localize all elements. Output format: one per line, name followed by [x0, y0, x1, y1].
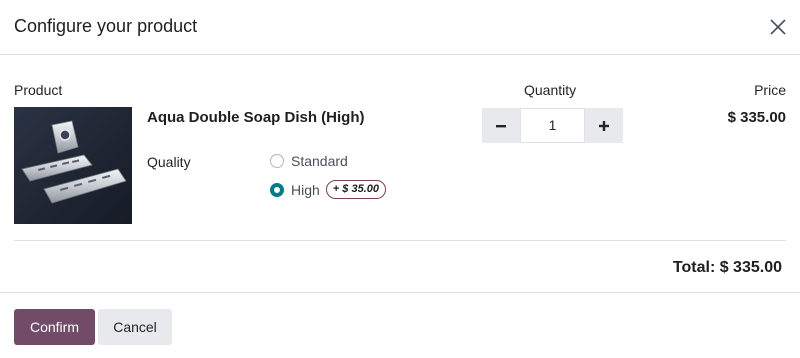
quantity-input[interactable]: 1 [520, 108, 585, 143]
dialog-header: Configure your product [0, 0, 800, 55]
option-standard-label: Standard [291, 153, 348, 169]
option-high-label: High [291, 181, 320, 198]
attribute-label: Quality [147, 154, 191, 170]
total-amount: Total: $ 335.00 [672, 259, 782, 276]
option-high[interactable]: High + $ 35.00 [270, 180, 386, 199]
cancel-button[interactable]: Cancel [98, 309, 172, 345]
dialog-title: Configure your product [14, 16, 198, 36]
header-price: Price [754, 82, 786, 98]
product-image [14, 107, 132, 224]
footer-divider [0, 292, 800, 293]
header-product: Product [14, 82, 63, 98]
quantity-stepper: 1 [482, 108, 623, 143]
price-extra-badge: + $ 35.00 [325, 180, 386, 199]
product-name: Aqua Double Soap Dish (High) [147, 109, 365, 126]
radio-standard[interactable] [270, 154, 284, 168]
divider [14, 240, 786, 241]
header-quantity: Quantity [524, 82, 577, 98]
radio-high[interactable] [270, 182, 284, 197]
option-standard[interactable]: Standard [270, 153, 348, 169]
increase-quantity-button[interactable] [585, 108, 623, 143]
confirm-button[interactable]: Confirm [14, 309, 95, 345]
close-icon[interactable] [768, 17, 788, 37]
decrease-quantity-button[interactable] [482, 108, 520, 143]
product-price: $ 335.00 [727, 109, 786, 126]
